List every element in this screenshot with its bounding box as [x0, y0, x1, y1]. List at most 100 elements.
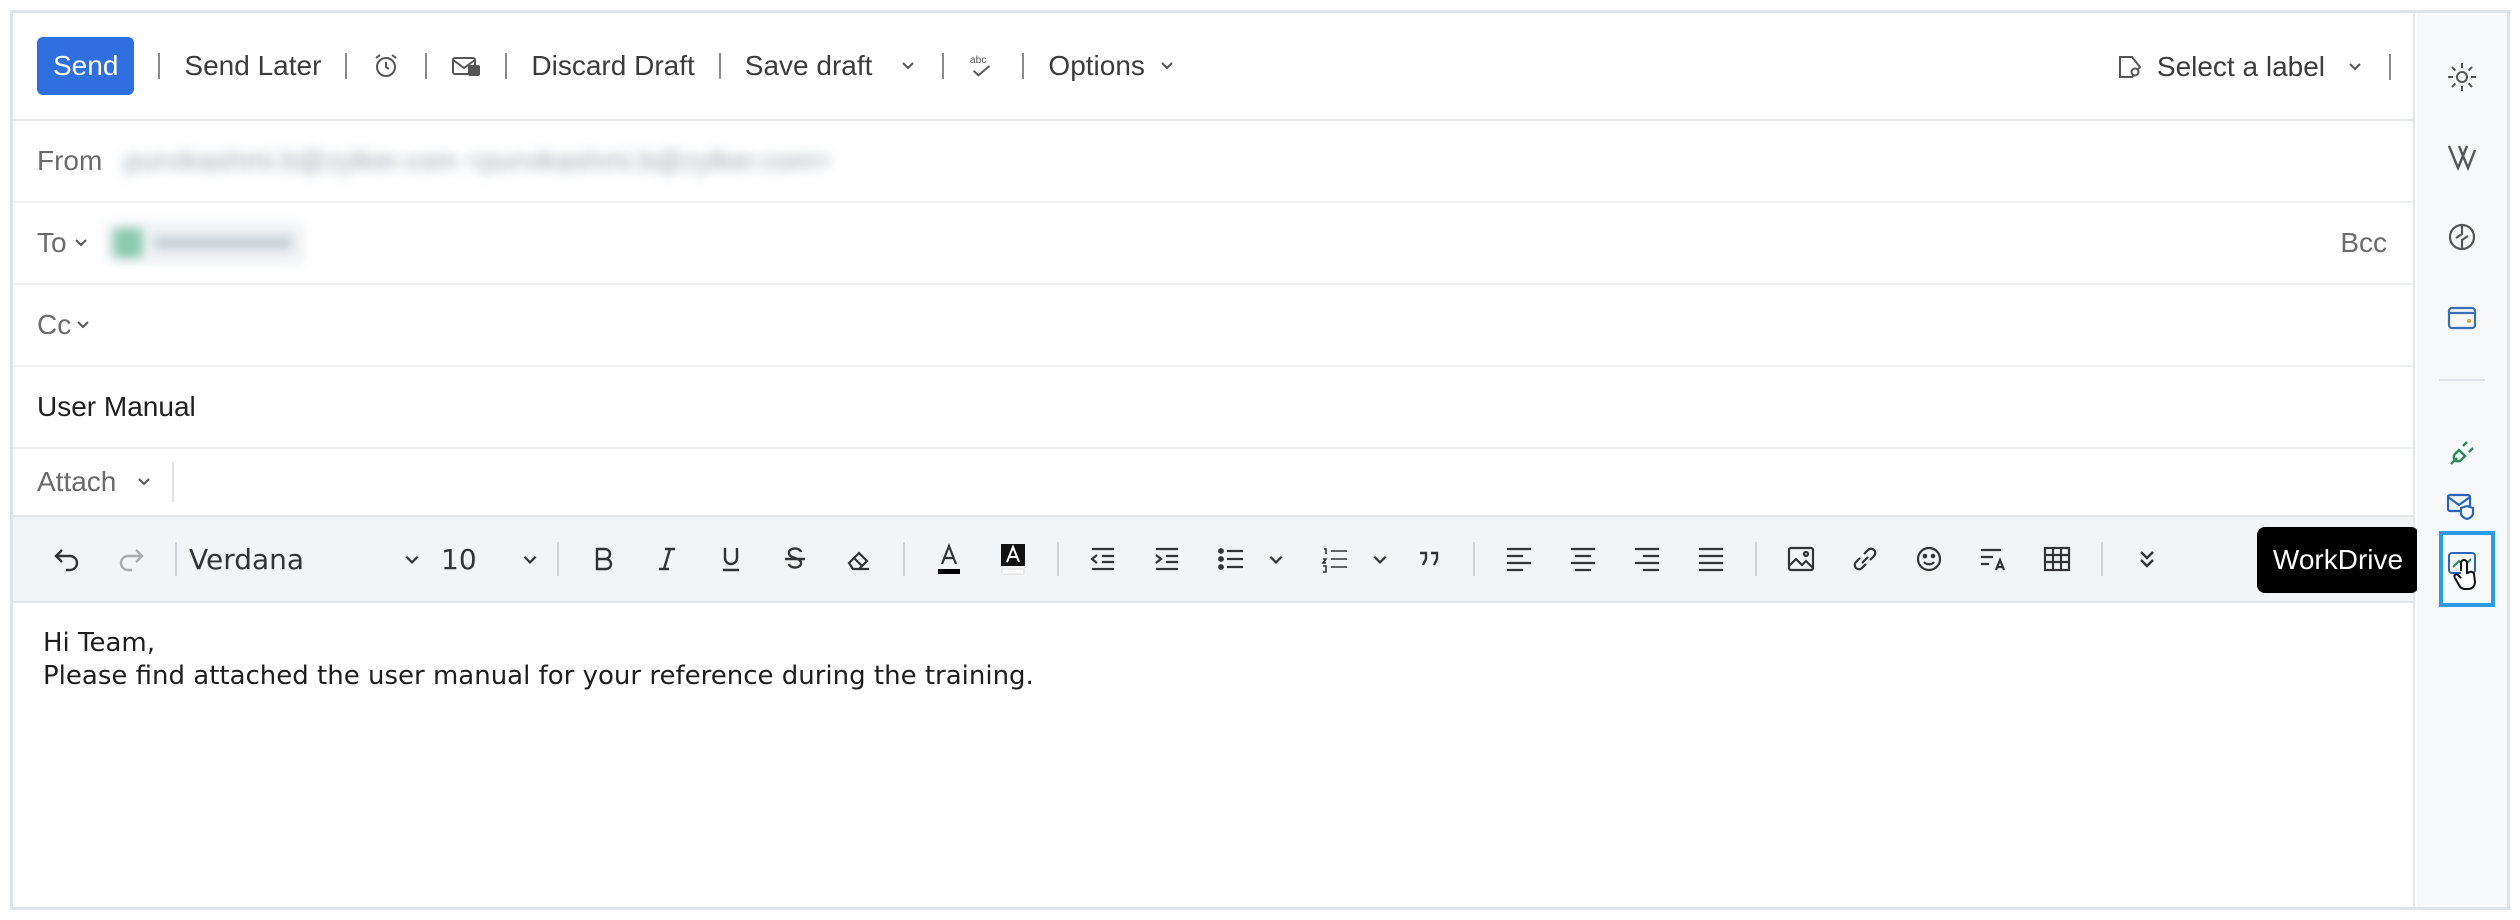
chevron-down-icon [403, 550, 421, 568]
font-size-value: 10 [441, 542, 477, 576]
font-size-select[interactable]: 10 [441, 543, 545, 576]
chevron-down-icon [73, 234, 91, 252]
send-later-button[interactable]: Send Later [184, 50, 321, 82]
compose-pane: Send Send Later Discard Draft Save draft [13, 13, 2415, 907]
spellcheck-icon[interactable]: abc [968, 51, 998, 81]
chevron-down-icon [136, 473, 154, 491]
cc-label[interactable]: Cc [37, 309, 93, 341]
blockquote-icon[interactable] [1409, 539, 1449, 579]
wallet-icon[interactable] [2442, 297, 2482, 337]
highlight-color-icon[interactable] [993, 539, 1033, 579]
to-label[interactable]: To [37, 227, 91, 259]
divider [425, 53, 428, 79]
divider [172, 462, 175, 502]
chevron-down-icon[interactable] [1371, 550, 1389, 568]
divider [2389, 54, 2391, 80]
chevron-down-icon[interactable] [1267, 550, 1285, 568]
body-line: Please find attached the user manual for… [43, 661, 1034, 691]
bullet-list-icon[interactable] [1211, 539, 1251, 579]
divider [2101, 542, 2103, 576]
label-area: Select a label [2115, 13, 2391, 121]
subject-row: User Manual [13, 367, 2413, 449]
chevron-down-icon[interactable] [900, 57, 918, 75]
text-format-icon[interactable] [1973, 539, 2013, 579]
formatting-toolbar: Verdana 10 [13, 515, 2413, 603]
font-family-select[interactable]: Verdana [189, 543, 429, 576]
alarm-icon[interactable] [371, 51, 401, 81]
align-right-icon[interactable] [1627, 539, 1667, 579]
table-icon[interactable] [2037, 539, 2077, 579]
redo-icon[interactable] [111, 539, 151, 579]
bcc-button[interactable]: Bcc [2340, 227, 2387, 259]
compose-window: Send Send Later Discard Draft Save draft [10, 10, 2510, 910]
vertical-v-icon[interactable] [2442, 137, 2482, 177]
chevron-down-icon [2347, 58, 2365, 76]
recipient-chip[interactable] [104, 221, 305, 265]
attach-label: Attach [37, 466, 117, 497]
right-rail [2417, 13, 2507, 907]
divider [345, 53, 348, 79]
to-row: To Bcc [13, 203, 2413, 285]
cc-label-text: Cc [37, 309, 72, 340]
link-icon[interactable] [1845, 539, 1885, 579]
divider [1022, 53, 1025, 79]
divider [158, 53, 161, 79]
workdrive-icon[interactable] [2445, 549, 2485, 590]
divider [942, 53, 945, 79]
divider [718, 53, 721, 79]
indent-icon[interactable] [1147, 539, 1187, 579]
send-button[interactable]: Send [37, 37, 135, 95]
envelope-lock-icon[interactable] [451, 51, 481, 81]
font-family-value: Verdana [189, 542, 305, 576]
tag-icon [2115, 52, 2145, 82]
from-label: From [37, 145, 103, 176]
divider [1755, 542, 1757, 576]
mail-shield-icon[interactable] [2442, 485, 2482, 525]
circle-split-icon[interactable] [2442, 217, 2482, 257]
divider [903, 542, 905, 576]
from-address[interactable]: purvikashmi.b@zylker.com <purvikashmi.b@… [124, 145, 831, 177]
eraser-icon[interactable] [839, 539, 879, 579]
strikethrough-icon[interactable] [775, 539, 815, 579]
from-row: From purvikashmi.b@zylker.com <purvikash… [13, 121, 2413, 203]
save-draft-label: Save draft [744, 50, 873, 81]
justify-icon[interactable] [1691, 539, 1731, 579]
undo-icon[interactable] [47, 539, 87, 579]
divider [557, 542, 559, 576]
plug-icon[interactable] [2442, 433, 2482, 473]
divider [1057, 542, 1059, 576]
svg-text:abc: abc [970, 55, 987, 66]
text-color-icon[interactable] [929, 539, 969, 579]
message-body[interactable]: Hi Team, Please find attached the user m… [43, 627, 1034, 693]
to-label-text: To [37, 227, 67, 258]
divider [1473, 542, 1475, 576]
underline-icon[interactable] [711, 539, 751, 579]
align-center-icon[interactable] [1563, 539, 1603, 579]
discard-draft-button[interactable]: Discard Draft [531, 50, 694, 82]
divider [2439, 379, 2485, 381]
insert-image-icon[interactable] [1781, 539, 1821, 579]
chevron-down-icon [75, 316, 93, 334]
select-label-text: Select a label [2156, 51, 2325, 82]
attach-row: Attach [13, 449, 2413, 515]
align-left-icon[interactable] [1499, 539, 1539, 579]
gear-icon[interactable] [2442, 57, 2482, 97]
subject-input[interactable]: User Manual [37, 391, 196, 423]
select-label-dropdown[interactable]: Select a label [2115, 51, 2365, 83]
divider [175, 542, 177, 576]
body-line: Hi Team, [43, 628, 156, 658]
numbered-list-icon[interactable] [1315, 539, 1355, 579]
options-menu[interactable]: Options [1048, 50, 1177, 82]
outdent-icon[interactable] [1083, 539, 1123, 579]
avatar [112, 228, 143, 258]
compose-toolbar: Send Send Later Discard Draft Save draft [13, 13, 2413, 121]
options-label: Options [1048, 50, 1145, 81]
attach-button[interactable]: Attach [37, 466, 154, 498]
workdrive-tooltip: WorkDrive [2257, 527, 2431, 593]
emoji-icon[interactable] [1909, 539, 1949, 579]
italic-icon[interactable] [647, 539, 687, 579]
more-options-icon[interactable] [2127, 539, 2167, 579]
save-draft-button[interactable]: Save draft [745, 50, 919, 82]
bold-icon[interactable] [583, 539, 623, 579]
cc-row: Cc [13, 285, 2413, 367]
